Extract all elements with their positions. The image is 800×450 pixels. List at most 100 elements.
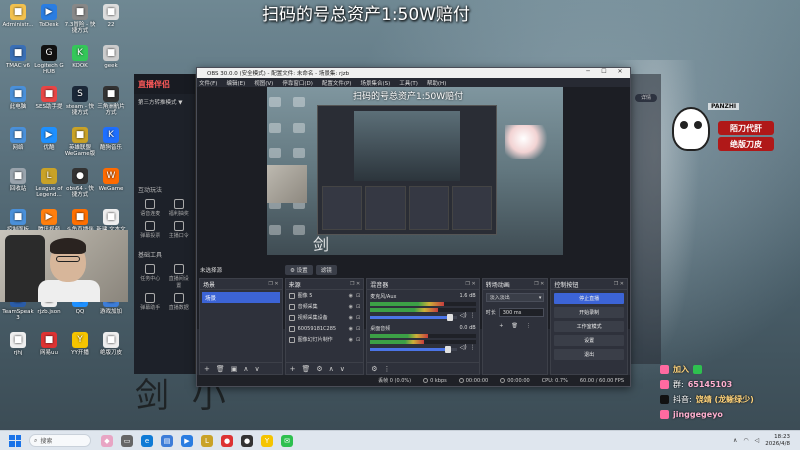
desktop-icon[interactable]: ■ 绝版刀皮 xyxy=(95,332,127,356)
interact-item[interactable]: 福利抽奖 xyxy=(167,199,192,217)
desktop-icon[interactable]: Ssteam - 快捷方式 xyxy=(64,86,96,116)
filter-icon[interactable]: ▣ xyxy=(231,365,238,373)
desktop-icon[interactable]: Y YY开播 xyxy=(64,332,96,356)
control-button[interactable]: 停止直播 xyxy=(554,293,624,304)
trash-icon[interactable]: 🗑 xyxy=(511,323,517,329)
more-icon[interactable]: ⋮ xyxy=(384,365,391,373)
eye-icon[interactable]: ◉ xyxy=(349,315,353,321)
desktop-icon[interactable]: ■ rjhj xyxy=(2,332,34,356)
desktop-icon[interactable]: ▶ 优酷 xyxy=(33,127,65,151)
eye-icon[interactable]: ◉ xyxy=(349,337,353,343)
interact-item[interactable]: 弹幕投票 xyxy=(138,221,163,239)
dock-controls-icon[interactable]: ❐ ✕ xyxy=(350,281,360,287)
desktop-icon[interactable]: ● obs64 - 快捷方式 xyxy=(64,168,96,198)
trash-icon[interactable]: 🗑 xyxy=(216,365,225,373)
eye-icon[interactable]: ◉ xyxy=(349,304,353,310)
lock-icon[interactable]: ⊡ xyxy=(356,315,360,321)
edge-icon[interactable]: e xyxy=(141,434,153,447)
chevron-up-icon[interactable]: ∧ xyxy=(733,437,737,444)
tool-item[interactable]: 直播间设置 xyxy=(167,264,192,289)
eye-icon[interactable]: ◉ xyxy=(349,326,353,332)
desktop-icon[interactable]: ■ Administr... xyxy=(2,4,34,28)
source-item[interactable]: 视频采集设备 ◉ ⊡ xyxy=(286,312,364,323)
menu-item[interactable]: 视图(V) xyxy=(254,79,273,87)
volume-slider[interactable] xyxy=(370,345,457,353)
obs-titlebar[interactable]: OBS 30.0.0 (安全模式) - 配置文件: 未命名 - 场景集: rjz… xyxy=(197,68,630,78)
task-view-icon[interactable]: ▭ xyxy=(121,434,133,447)
lock-icon[interactable]: ⊡ xyxy=(356,337,360,343)
control-button[interactable]: 工作室模式 xyxy=(554,321,624,332)
details-pill[interactable]: 详情 xyxy=(635,94,657,102)
wifi-icon[interactable]: ◠ xyxy=(743,437,748,444)
more-icon[interactable]: ⋮ xyxy=(526,323,531,329)
desktop-icon[interactable]: ■ 22 xyxy=(95,4,127,28)
duration-input[interactable]: 300 ms xyxy=(498,308,545,317)
todesk-icon[interactable]: ▶ xyxy=(181,434,193,447)
trash-icon[interactable]: 🗑 xyxy=(301,365,310,373)
desktop-icon[interactable]: K 酷狗音乐 xyxy=(95,127,127,151)
more-icon[interactable]: ⋮ xyxy=(470,312,476,319)
lock-icon[interactable]: ⊡ xyxy=(356,326,360,332)
clock[interactable]: 18:23 2026/4/8 xyxy=(765,434,790,448)
desktop-icon[interactable]: ■ 回收站 xyxy=(2,168,34,192)
source-item[interactable]: 图像 5 ◉ ⊡ xyxy=(286,290,364,301)
desktop-icon[interactable]: ■ 三角洲航片方式 xyxy=(95,86,127,116)
tool-item[interactable]: 直播数据 xyxy=(167,293,192,311)
gear-icon[interactable]: ⚙ xyxy=(316,365,322,373)
desktop-icon[interactable]: L League of Legend... xyxy=(33,168,65,198)
desktop-icon[interactable]: ■ geek xyxy=(95,45,127,69)
dock-controls-icon[interactable]: ❐ ✕ xyxy=(614,281,624,287)
add-icon[interactable]: + xyxy=(204,365,210,373)
game-app-icon[interactable]: ◆ xyxy=(101,434,113,447)
volume-slider[interactable] xyxy=(370,313,457,321)
desktop-icon[interactable]: ▶ ToDesk xyxy=(33,4,65,28)
add-icon[interactable]: + xyxy=(290,365,296,373)
menu-item[interactable]: 停靠窗口(D) xyxy=(282,79,313,87)
obs-icon[interactable]: ● xyxy=(241,434,253,447)
down-icon[interactable]: ∨ xyxy=(340,365,345,373)
tool-item[interactable]: 弹幕助手 xyxy=(138,293,163,311)
more-icon[interactable]: ⋮ xyxy=(470,344,476,351)
properties-button[interactable]: ⚙ 设置 xyxy=(285,265,313,275)
gear-icon[interactable]: ⚙ xyxy=(371,365,377,373)
menu-item[interactable]: 场景集合(S) xyxy=(360,79,390,87)
desktop-icon[interactable]: ■ 此电脑 xyxy=(2,86,34,110)
eye-icon[interactable]: ◉ xyxy=(349,293,353,299)
netease-icon[interactable]: ● xyxy=(221,434,233,447)
menu-item[interactable]: 配置文件(P) xyxy=(322,79,352,87)
desktop-icon[interactable]: ■ SES助手提 xyxy=(33,86,65,110)
speaker-icon[interactable]: ◁) xyxy=(460,344,467,351)
scene-item[interactable]: 场景 xyxy=(202,292,280,303)
taskbar-search[interactable]: ⌕ 搜索 xyxy=(29,434,91,447)
desktop-icon[interactable]: ■ 网络 xyxy=(2,127,34,151)
dock-controls-icon[interactable]: ❐ ✕ xyxy=(534,281,544,287)
control-button[interactable]: 退出 xyxy=(554,349,624,360)
lol-icon[interactable]: L xyxy=(201,434,213,447)
desktop-icon[interactable]: ■ 7.3冒险 - 快捷方式 xyxy=(64,4,96,34)
lock-icon[interactable]: ⊡ xyxy=(356,293,360,299)
transition-select[interactable]: 淡入淡出 ▾ xyxy=(485,293,545,302)
lock-icon[interactable]: ⊡ xyxy=(356,304,360,310)
windows-start-icon[interactable] xyxy=(9,434,21,447)
up-icon[interactable]: ∧ xyxy=(329,365,334,373)
desktop-icon[interactable]: ■ 英雄联盟WeGame版 xyxy=(64,127,96,157)
desktop-icon[interactable]: W WeGame xyxy=(95,168,127,192)
wechat-icon[interactable]: ✉ xyxy=(281,434,293,447)
menu-item[interactable]: 编辑(E) xyxy=(226,79,245,87)
menu-item[interactable]: 文件(F) xyxy=(199,79,217,87)
source-item[interactable]: 音频采集 ◉ ⊡ xyxy=(286,301,364,312)
filters-button[interactable]: 滤镜 xyxy=(315,265,337,275)
desktop-icon[interactable]: G Logitech G HUB xyxy=(33,45,65,75)
interact-item[interactable]: 语音连麦 xyxy=(138,199,163,217)
tool-item[interactable]: 任务中心 xyxy=(138,264,163,289)
volume-icon[interactable]: ◁ xyxy=(755,437,760,444)
mode-dropdown[interactable]: 第三方转推模式 ▼ xyxy=(134,94,195,110)
maximize-icon[interactable]: ☐ xyxy=(596,68,612,75)
minimize-icon[interactable]: ─ xyxy=(580,68,596,75)
preview-canvas[interactable]: 扫码的号总资产1:50W赔付 剑 xyxy=(267,87,563,255)
source-item[interactable]: 图像幻灯片制作 ◉ ⊡ xyxy=(286,334,364,345)
control-button[interactable]: 设置 xyxy=(554,335,624,346)
add-icon[interactable]: + xyxy=(499,323,503,329)
up-icon[interactable]: ∧ xyxy=(243,365,248,373)
close-icon[interactable]: ✕ xyxy=(612,68,628,75)
